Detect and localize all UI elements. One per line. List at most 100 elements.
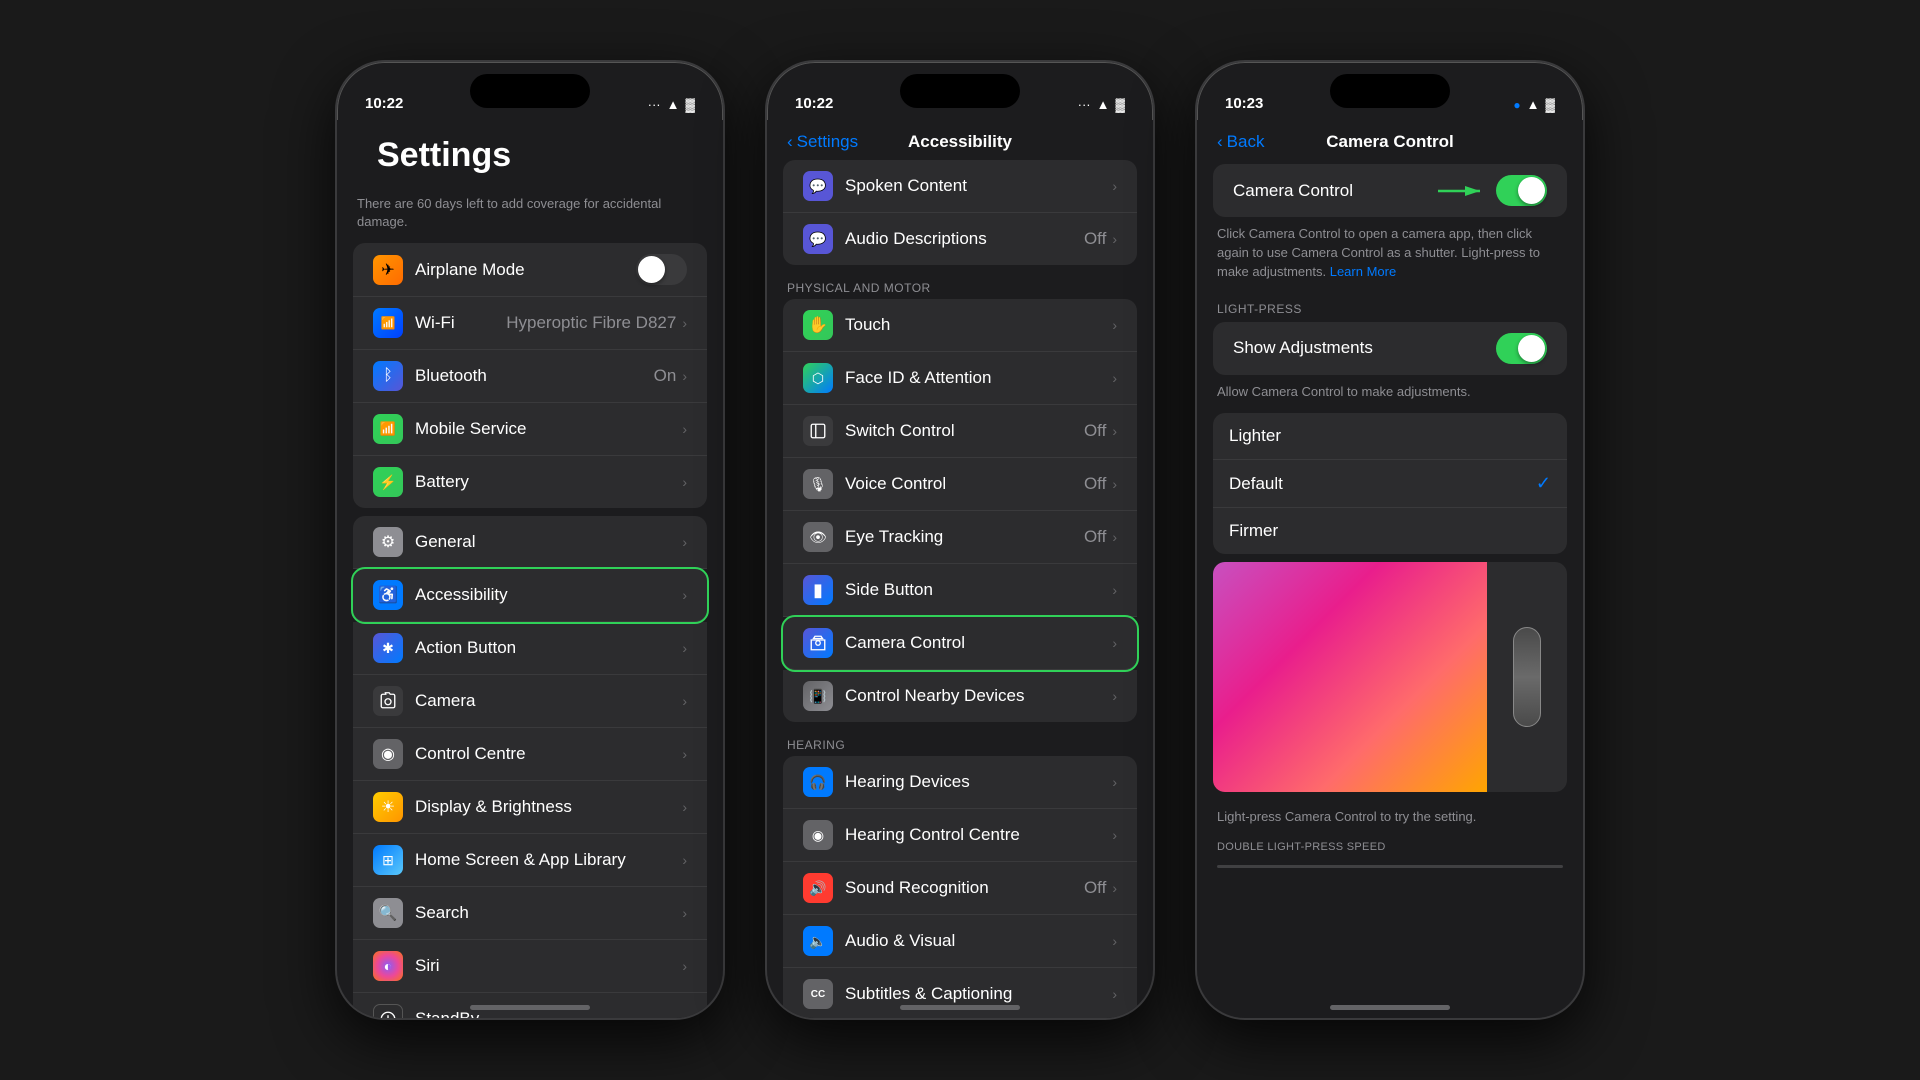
firmer-option[interactable]: Firmer [1213, 508, 1567, 554]
hearingdev-label: Hearing Devices [845, 772, 1112, 792]
bluetooth-label: Bluetooth [415, 366, 654, 386]
wifi-value: Hyperoptic Fibre D827 [506, 313, 676, 333]
phone-camera-control: 10:23 ● ▲ ▓ ‹ Back Camera Control Camera… [1195, 60, 1585, 1020]
faceid-label: Face ID & Attention [845, 368, 1112, 388]
settings-item-mobile[interactable]: 📶 Mobile Service › [353, 403, 707, 456]
settings-item-camera[interactable]: Camera › [353, 675, 707, 728]
bluetooth-icon: ᛒ [373, 361, 403, 391]
settings-group1-items: ✈ Airplane Mode 📶 Wi-Fi Hyperoptic Fibre… [353, 243, 707, 508]
camera-icon [373, 686, 403, 716]
side-item[interactable]: ▮ Side Button › [783, 564, 1137, 617]
switch-item[interactable]: Switch Control Off › [783, 405, 1137, 458]
cameracontrol-item[interactable]: Camera Control › [783, 617, 1137, 670]
hearingcc-item[interactable]: ◉ Hearing Control Centre › [783, 809, 1137, 862]
battery-chevron: › [682, 474, 687, 490]
show-adjustments-item[interactable]: Show Adjustments [1213, 322, 1567, 375]
hearingcc-label: Hearing Control Centre [845, 825, 1112, 845]
default-option[interactable]: Default ✓ [1213, 460, 1567, 508]
switch-value: Off [1084, 421, 1106, 441]
control-chevron: › [682, 746, 687, 762]
settings-item-accessibility[interactable]: ♿ Accessibility › [353, 569, 707, 622]
accessibility-label: Accessibility [415, 585, 682, 605]
subtitles-item[interactable]: CC Subtitles & Captioning › [783, 968, 1137, 1018]
general-chevron: › [682, 534, 687, 550]
double-press-slider[interactable] [1217, 865, 1563, 868]
sound-icon: 🔊 [803, 873, 833, 903]
audiovisual-item[interactable]: 🔈 Audio & Visual › [783, 915, 1137, 968]
cc-toggle-label: Camera Control [1233, 181, 1438, 201]
settings-item-siri[interactable]: ◐ Siri › [353, 940, 707, 993]
lighter-label: Lighter [1229, 426, 1551, 446]
voice-icon: 🎙 [803, 469, 833, 499]
touch-item[interactable]: ✋ Touch › [783, 299, 1137, 352]
adjustments-desc: Allow Camera Control to make adjustments… [1197, 379, 1583, 414]
cameracontrol-nav: ‹ Back Camera Control [1197, 120, 1583, 160]
homescreen-label: Home Screen & App Library [415, 850, 682, 870]
settings-item-display[interactable]: ☀ Display & Brightness › [353, 781, 707, 834]
mobile-chevron: › [682, 421, 687, 437]
vision-section: 💬 Spoken Content › 💬 Audio Descriptions … [767, 160, 1153, 265]
settings-item-airplane[interactable]: ✈ Airplane Mode [353, 243, 707, 297]
settings-item-bluetooth[interactable]: ᛒ Bluetooth On › [353, 350, 707, 403]
wifi-icon-2: ▲ [1097, 97, 1110, 112]
default-checkmark: ✓ [1536, 473, 1551, 494]
cc-toggle-switch[interactable] [1496, 175, 1547, 206]
standby-icon [373, 1004, 403, 1018]
cameracontrol-label: Camera Control [845, 633, 1112, 653]
lighter-option[interactable]: Lighter [1213, 413, 1567, 460]
action-chevron: › [682, 640, 687, 656]
dynamic-island-2 [900, 74, 1020, 108]
search-label: Search [415, 903, 682, 923]
hearingdev-icon: 🎧 [803, 767, 833, 797]
hearingdev-item[interactable]: 🎧 Hearing Devices › [783, 756, 1137, 809]
cc-title: Camera Control [1326, 132, 1454, 152]
action-icon: ✱ [373, 633, 403, 663]
eye-item[interactable]: 👁 Eye Tracking Off › [783, 511, 1137, 564]
settings-item-wifi[interactable]: 📶 Wi-Fi Hyperoptic Fibre D827 › [353, 297, 707, 350]
touch-chevron: › [1112, 317, 1117, 333]
settings-item-general[interactable]: ⚙ General › [353, 516, 707, 569]
settings-item-battery[interactable]: ⚡ Battery › [353, 456, 707, 508]
display-label: Display & Brightness [415, 797, 682, 817]
battery-icon-1: ▓ [686, 97, 695, 112]
voice-item[interactable]: 🎙 Voice Control Off › [783, 458, 1137, 511]
airplane-icon: ✈ [373, 255, 403, 285]
dynamic-island-3 [1330, 74, 1450, 108]
camera-control-screen-content: ‹ Back Camera Control Camera Control [1197, 120, 1583, 1018]
settings-item-search[interactable]: 🔍 Search › [353, 887, 707, 940]
camera-preview-image [1213, 562, 1487, 792]
settings-back-button[interactable]: ‹ Settings [787, 132, 858, 152]
cc-main-toggle-item[interactable]: Camera Control [1213, 164, 1567, 217]
status-icons-1: ··· ▲ ▓ [648, 97, 695, 112]
vision-items: 💬 Spoken Content › 💬 Audio Descriptions … [783, 160, 1137, 265]
airplane-toggle[interactable] [636, 254, 687, 285]
faceid-item[interactable]: ⬡ Face ID & Attention › [783, 352, 1137, 405]
general-icon: ⚙ [373, 527, 403, 557]
audiovisual-label: Audio & Visual [845, 931, 1112, 951]
soundrec-item[interactable]: 🔊 Sound Recognition Off › [783, 862, 1137, 915]
cc-back-button[interactable]: ‹ Back [1217, 132, 1264, 152]
audiodesc-icon: 💬 [803, 224, 833, 254]
accessibility-chevron: › [682, 587, 687, 603]
audio-desc-item[interactable]: 💬 Audio Descriptions Off › [783, 213, 1137, 265]
camera-button-visual [1513, 627, 1541, 727]
spoken-content-item[interactable]: 💬 Spoken Content › [783, 160, 1137, 213]
phone-accessibility: 10:22 ··· ▲ ▓ ‹ Settings Accessibility 💬… [765, 60, 1155, 1020]
battery-icon-item: ⚡ [373, 467, 403, 497]
home-indicator-3 [1330, 1005, 1450, 1010]
audiovisual-chevron: › [1112, 933, 1117, 949]
show-adjustments-label: Show Adjustments [1233, 338, 1496, 358]
show-adjustments-toggle[interactable] [1496, 333, 1547, 364]
camera-chevron: › [682, 693, 687, 709]
settings-item-control[interactable]: ◉ Control Centre › [353, 728, 707, 781]
control-label: Control Centre [415, 744, 682, 764]
side-label: Side Button [845, 580, 1112, 600]
nearby-item[interactable]: 📳 Control Nearby Devices › [783, 670, 1137, 722]
settings-item-action[interactable]: ✱ Action Button › [353, 622, 707, 675]
settings-item-homescreen[interactable]: ⊞ Home Screen & App Library › [353, 834, 707, 887]
mobile-icon: 📶 [373, 414, 403, 444]
learn-more-link[interactable]: Learn More [1330, 264, 1396, 279]
hearing-items: 🎧 Hearing Devices › ◉ Hearing Control Ce… [783, 756, 1137, 1018]
camera-preview [1213, 562, 1567, 792]
touch-label: Touch [845, 315, 1112, 335]
